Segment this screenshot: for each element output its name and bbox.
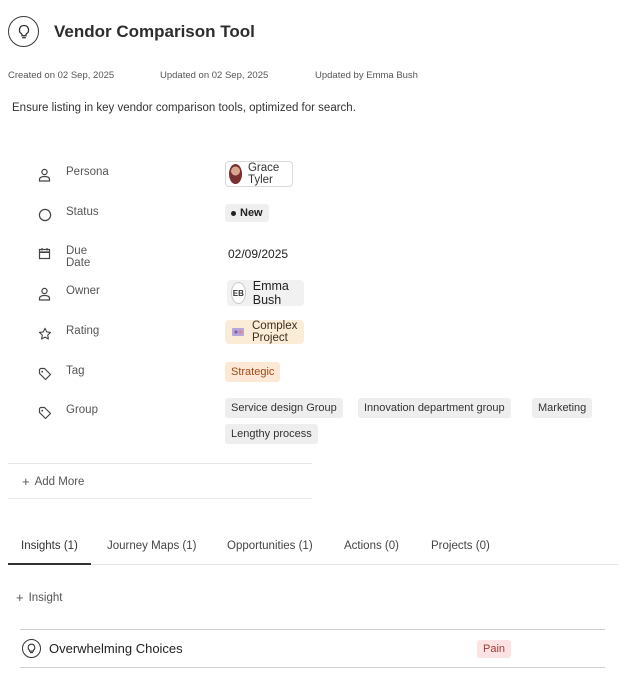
owner-name: Emma Bush <box>252 279 289 307</box>
insight-row[interactable]: Overwhelming Choices Pain <box>20 629 605 668</box>
tag-chip[interactable]: Strategic <box>225 362 281 382</box>
tab-opportunities[interactable]: Opportunities (1) <box>227 540 313 552</box>
add-insight-label: Insight <box>28 591 63 604</box>
add-insight-button[interactable]: + Insight <box>16 590 62 605</box>
persona-label: Persona <box>66 166 109 178</box>
owner-value[interactable]: EB Emma Bush <box>227 279 305 307</box>
tab-insights[interactable]: Insights (1) <box>21 540 78 552</box>
tab-bar: Insights (1) Journey Maps (1) Opportunit… <box>8 532 618 565</box>
star-icon <box>37 326 52 341</box>
status-dot <box>231 210 236 216</box>
status-label: Status <box>66 206 99 218</box>
tag-label: Tag <box>66 365 85 377</box>
group-chip[interactable]: Innovation department group <box>358 398 511 418</box>
plus-icon: + <box>16 590 24 605</box>
page-header: Vendor Comparison Tool <box>8 16 255 47</box>
plus-icon: + <box>22 474 30 489</box>
group-label: Group <box>66 404 98 416</box>
updated-date: Updated on 02 Sep, 2025 <box>160 70 269 81</box>
group-chip[interactable]: Lengthy process <box>225 424 318 444</box>
page-title: Vendor Comparison Tool <box>54 21 255 41</box>
group-chip[interactable]: Marketing <box>532 398 593 418</box>
add-more-label: Add More <box>34 475 85 488</box>
due-date-text: 02/09/2025 <box>228 247 289 261</box>
status-value[interactable]: New <box>225 204 269 222</box>
pain-badge: Pain <box>477 639 512 658</box>
rating-label: Rating <box>66 325 100 337</box>
persona-chip[interactable]: Grace Tyler <box>225 161 294 187</box>
add-more-button[interactable]: + Add More <box>22 474 84 489</box>
lightbulb-icon <box>8 16 39 47</box>
due-date-label: Due Date <box>66 245 91 269</box>
status-text: New <box>240 207 263 219</box>
active-tab-indicator <box>8 563 91 565</box>
tab-journey-maps[interactable]: Journey Maps (1) <box>107 540 196 552</box>
rating-text: Complex Project <box>252 320 298 344</box>
tag-value[interactable]: Strategic <box>225 362 281 382</box>
tag-icon <box>37 366 52 381</box>
complex-project-icon <box>231 326 245 338</box>
status-badge[interactable]: New <box>225 204 269 222</box>
tag-icon <box>37 405 52 420</box>
avatar <box>229 164 242 184</box>
updated-by: Updated by Emma Bush <box>315 70 418 81</box>
created-date: Created on 02 Sep, 2025 <box>8 70 115 81</box>
due-date-value[interactable]: 02/09/2025 <box>228 247 288 261</box>
tab-actions[interactable]: Actions (0) <box>344 540 399 552</box>
insight-icon <box>22 639 41 658</box>
owner-chip[interactable]: EB Emma Bush <box>227 279 305 307</box>
group-chip[interactable]: Service design Group <box>225 398 343 418</box>
rating-chip[interactable]: Complex Project <box>225 320 305 344</box>
insight-title: Overwhelming Choices <box>49 641 183 656</box>
persona-value[interactable]: Grace Tyler <box>225 161 294 187</box>
tab-projects[interactable]: Projects (0) <box>431 540 490 552</box>
owner-label: Owner <box>66 285 100 297</box>
rating-value[interactable]: Complex Project <box>225 320 305 344</box>
divider <box>8 463 312 464</box>
person-icon <box>37 167 52 182</box>
calendar-icon <box>37 246 52 261</box>
persona-name: Grace Tyler <box>247 162 280 186</box>
description: Ensure listing in key vendor comparison … <box>12 102 356 114</box>
divider <box>8 498 312 499</box>
person-icon <box>37 286 52 301</box>
owner-avatar: EB <box>231 282 246 304</box>
circle-icon <box>37 207 52 222</box>
